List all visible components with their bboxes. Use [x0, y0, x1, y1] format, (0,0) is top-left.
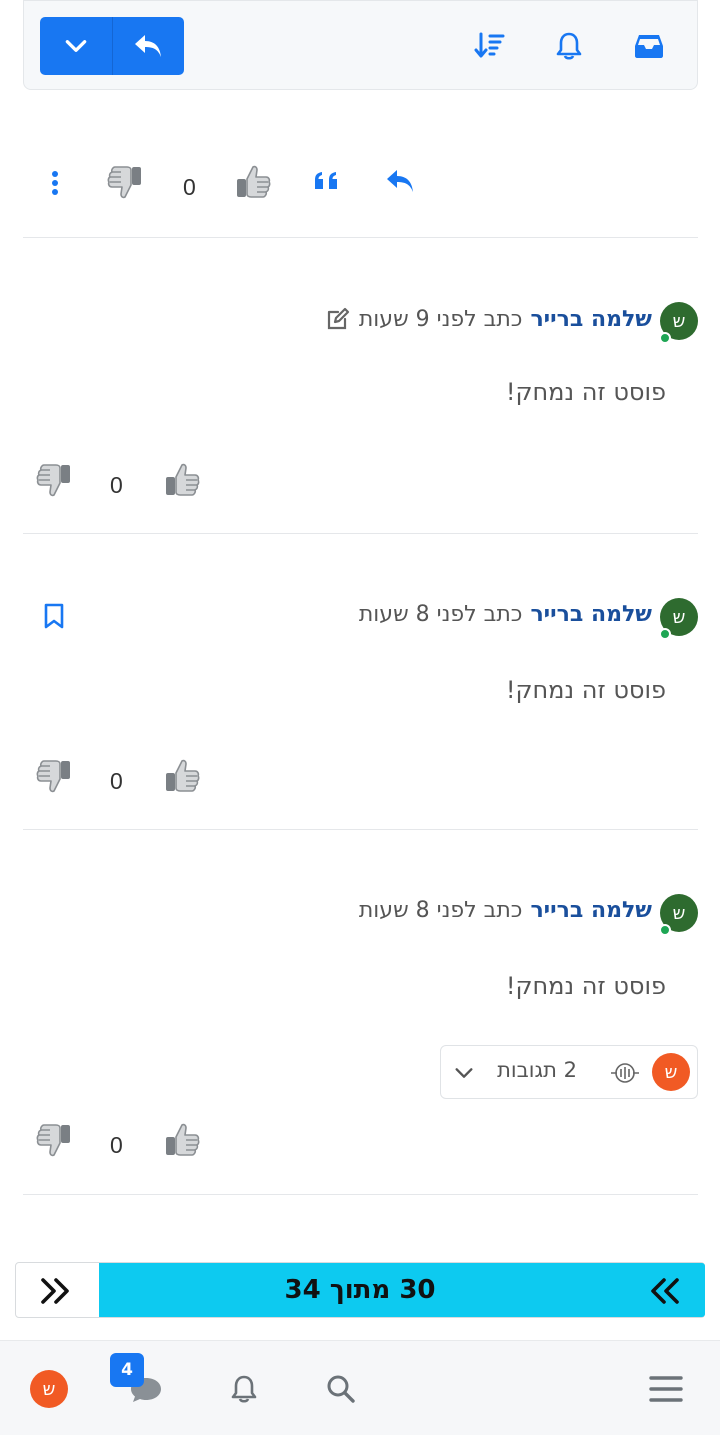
bottom-navigation: ש 4 — [0, 1340, 720, 1435]
reply-button[interactable] — [111, 17, 185, 75]
user-logo-avatar — [611, 1063, 639, 1083]
vote-count: 0 — [110, 1132, 123, 1158]
online-status-dot — [659, 332, 671, 344]
online-status-dot — [659, 628, 671, 640]
profile-button[interactable]: ש — [27, 1367, 71, 1411]
post-time[interactable]: כתב לפני 8 שעות — [359, 898, 523, 923]
vote-count: 0 — [110, 472, 123, 498]
post-meta: שלמה ברייר כתב לפני 8 שעות — [359, 602, 652, 627]
thumbs-up-icon — [166, 759, 200, 792]
pagination-label: 30 מתוך 34 — [284, 1275, 436, 1305]
bookmark-icon — [44, 603, 64, 629]
reply-options-dropdown-button[interactable] — [40, 17, 112, 75]
author-name[interactable]: שלמה ברייר — [530, 602, 652, 627]
pagination-bar[interactable]: 30 מתוך 34 — [15, 1262, 705, 1318]
post-meta: שלמה ברייר כתב לפני 8 שעות — [359, 898, 652, 923]
reply-arrow-icon — [135, 35, 162, 57]
thumbs-down-icon — [107, 166, 141, 199]
downvote-button[interactable] — [105, 162, 145, 206]
author-name[interactable]: שלמה ברייר — [530, 898, 652, 923]
search-button[interactable] — [319, 1367, 363, 1411]
post-divider — [23, 1194, 698, 1195]
upvote-button[interactable] — [233, 162, 273, 206]
downvote-button[interactable] — [34, 460, 74, 504]
post-meta: שלמה ברייר כתב לפני 9 שעות — [325, 306, 652, 332]
search-icon — [327, 1375, 355, 1403]
post-time[interactable]: כתב לפני 8 שעות — [359, 602, 523, 627]
double-chevron-right-icon — [41, 1278, 69, 1304]
post-menu-button[interactable] — [43, 168, 67, 198]
chats-button[interactable]: 4 — [110, 1353, 168, 1411]
unread-chats-badge: 4 — [110, 1353, 144, 1387]
post-item: ש שלמה ברייר כתב לפני 9 שעות פוסט זה נמח… — [0, 238, 720, 534]
thumbs-up-icon — [166, 1123, 200, 1156]
thumbs-down-icon — [36, 760, 70, 793]
online-status-dot — [659, 924, 671, 936]
post-content: פוסט זה נמחק! — [505, 972, 666, 1000]
upvote-button[interactable] — [162, 756, 202, 800]
reply-author-avatar: ש — [652, 1053, 690, 1091]
replies-count: 2 תגובות — [497, 1058, 577, 1082]
sort-button[interactable] — [473, 29, 507, 63]
reply-arrow-icon — [387, 170, 413, 192]
post-item: ש שלמה ברייר כתב לפני 8 שעות פוסט זה נמח… — [0, 830, 720, 1194]
last-page-button[interactable] — [38, 1273, 74, 1309]
sort-down-icon — [474, 32, 505, 58]
reply-button-group — [40, 17, 184, 75]
first-page-button[interactable] — [646, 1273, 682, 1309]
hamburger-menu-icon — [649, 1376, 683, 1402]
thumbs-up-icon — [166, 463, 200, 496]
quote-icon — [315, 172, 337, 189]
bell-icon — [231, 1375, 257, 1403]
vote-count: 0 — [110, 768, 123, 794]
inbox-button[interactable] — [632, 29, 666, 63]
post-item: ש שלמה ברייר כתב לפני 8 שעות פוסט זה נמח… — [0, 534, 720, 830]
inbox-icon — [635, 35, 663, 58]
upvote-button[interactable] — [162, 460, 202, 504]
post-time[interactable]: כתב לפני 9 שעות — [359, 307, 523, 332]
replies-toggle[interactable]: 2 תגובות ש — [440, 1045, 698, 1099]
double-chevron-left-icon — [651, 1278, 679, 1304]
menu-button[interactable] — [644, 1367, 688, 1411]
thumbs-up-icon — [237, 165, 271, 198]
notifications-toggle[interactable] — [552, 29, 586, 63]
notifications-button[interactable] — [222, 1367, 266, 1411]
quote-button[interactable] — [313, 170, 341, 198]
chevron-down-icon — [455, 1068, 473, 1078]
topic-toolbar — [23, 0, 698, 90]
more-vertical-icon — [52, 171, 58, 195]
user-avatar: ש — [30, 1370, 68, 1408]
post-content: פוסט זה נמחק! — [505, 378, 666, 406]
bell-icon — [556, 32, 582, 60]
thumbs-down-icon — [36, 464, 70, 497]
vote-count: 0 — [183, 174, 196, 200]
downvote-button[interactable] — [34, 1120, 74, 1164]
post-content: פוסט זה נמחק! — [505, 676, 666, 704]
downvote-button[interactable] — [34, 756, 74, 800]
upvote-button[interactable] — [162, 1120, 202, 1164]
bookmark-button[interactable] — [42, 602, 66, 634]
author-name[interactable]: שלמה ברייר — [530, 307, 652, 332]
thumbs-down-icon — [36, 1124, 70, 1157]
edit-icon[interactable] — [325, 306, 351, 332]
post-actions: 0 — [23, 150, 698, 220]
chevron-down-icon — [65, 40, 87, 52]
reply-to-post-button[interactable] — [385, 168, 415, 198]
